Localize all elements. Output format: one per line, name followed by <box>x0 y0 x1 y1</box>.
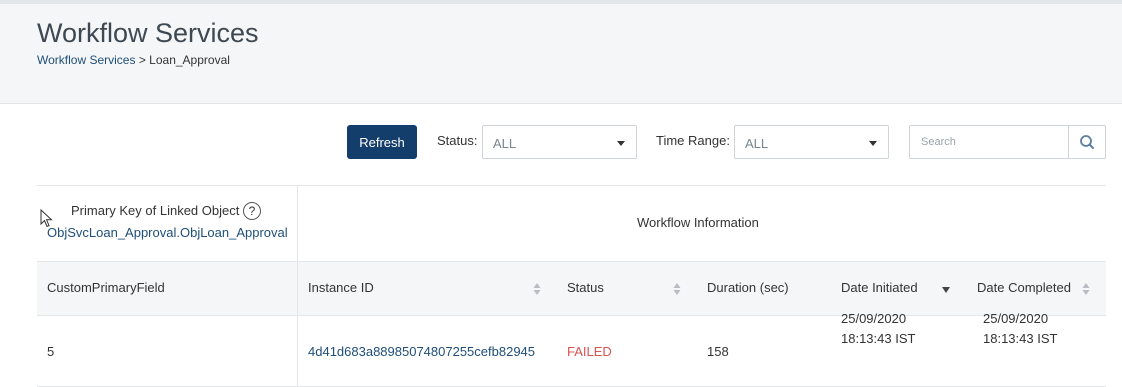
sort-desc-icon[interactable] <box>942 282 950 296</box>
search-icon <box>1080 135 1094 149</box>
column-header-status[interactable]: Status <box>567 280 604 295</box>
column-header-custom-primary-field[interactable]: CustomPrimaryField <box>47 280 165 295</box>
column-header-date-initiated[interactable]: Date Initiated <box>841 280 918 295</box>
status-select[interactable]: ALL <box>482 125 637 159</box>
status-filter-label: Status: <box>437 133 478 148</box>
time-range-filter-label: Time Range: <box>656 133 730 148</box>
search-box <box>909 125 1106 159</box>
mouse-cursor-icon <box>40 209 53 228</box>
date-completed-date: 25/09/2020 <box>983 311 1049 326</box>
date-completed-time: 18:13:43 IST <box>983 331 1058 346</box>
column-header-duration[interactable]: Duration (sec) <box>707 280 789 295</box>
cell-date-completed: 25/09/2020 18:13:43 IST <box>983 309 1057 349</box>
primary-key-title: Primary Key of Linked Object <box>71 203 240 218</box>
breadcrumb: Workflow Services > Loan_Approval <box>37 53 230 67</box>
filter-toolbar: Refresh Status: ALL Time Range: ALL <box>0 125 1122 159</box>
workflow-instances-table: Primary Key of Linked Object ? ObjSvcLoa… <box>37 185 1106 387</box>
column-header-instance-id[interactable]: Instance ID <box>308 280 374 295</box>
divider <box>37 261 1106 262</box>
page-header: Workflow Services Workflow Services > Lo… <box>0 4 1122 104</box>
search-button[interactable] <box>1068 126 1105 158</box>
date-initiated-date: 25/09/2020 <box>841 311 907 326</box>
breadcrumb-separator: > <box>138 53 146 67</box>
sort-icon[interactable] <box>1082 282 1090 296</box>
help-icon[interactable]: ? <box>243 202 261 220</box>
divider <box>37 315 1106 316</box>
primary-key-object-link[interactable]: ObjSvcLoan_Approval.ObjLoan_Approval <box>47 225 288 240</box>
cell-status-badge: FAILED <box>567 344 612 359</box>
refresh-button[interactable]: Refresh <box>347 125 417 159</box>
cell-date-initiated: 25/09/2020 18:13:43 IST <box>841 309 915 349</box>
sort-icon[interactable] <box>673 282 681 296</box>
search-input[interactable] <box>910 126 1068 158</box>
column-header-date-completed[interactable]: Date Completed <box>977 280 1071 295</box>
page-title: Workflow Services <box>37 18 259 48</box>
date-initiated-time: 18:13:43 IST <box>841 331 916 346</box>
sort-icon[interactable] <box>533 282 541 296</box>
workflow-information-title: Workflow Information <box>637 215 759 230</box>
cell-duration: 158 <box>707 344 729 359</box>
chevron-down-icon <box>869 141 877 146</box>
time-range-select[interactable]: ALL <box>734 125 889 159</box>
breadcrumb-link-workflow-services[interactable]: Workflow Services <box>37 53 135 67</box>
breadcrumb-current: Loan_Approval <box>149 53 230 67</box>
divider <box>37 185 1106 186</box>
status-select-value: ALL <box>493 136 517 151</box>
cell-custom-primary-field: 5 <box>47 344 55 359</box>
time-range-select-value: ALL <box>745 136 769 151</box>
chevron-down-icon <box>617 141 625 146</box>
column-divider <box>297 185 298 387</box>
cell-instance-id-link[interactable]: 4d41d683a88985074807255cefb82945 <box>308 344 535 359</box>
